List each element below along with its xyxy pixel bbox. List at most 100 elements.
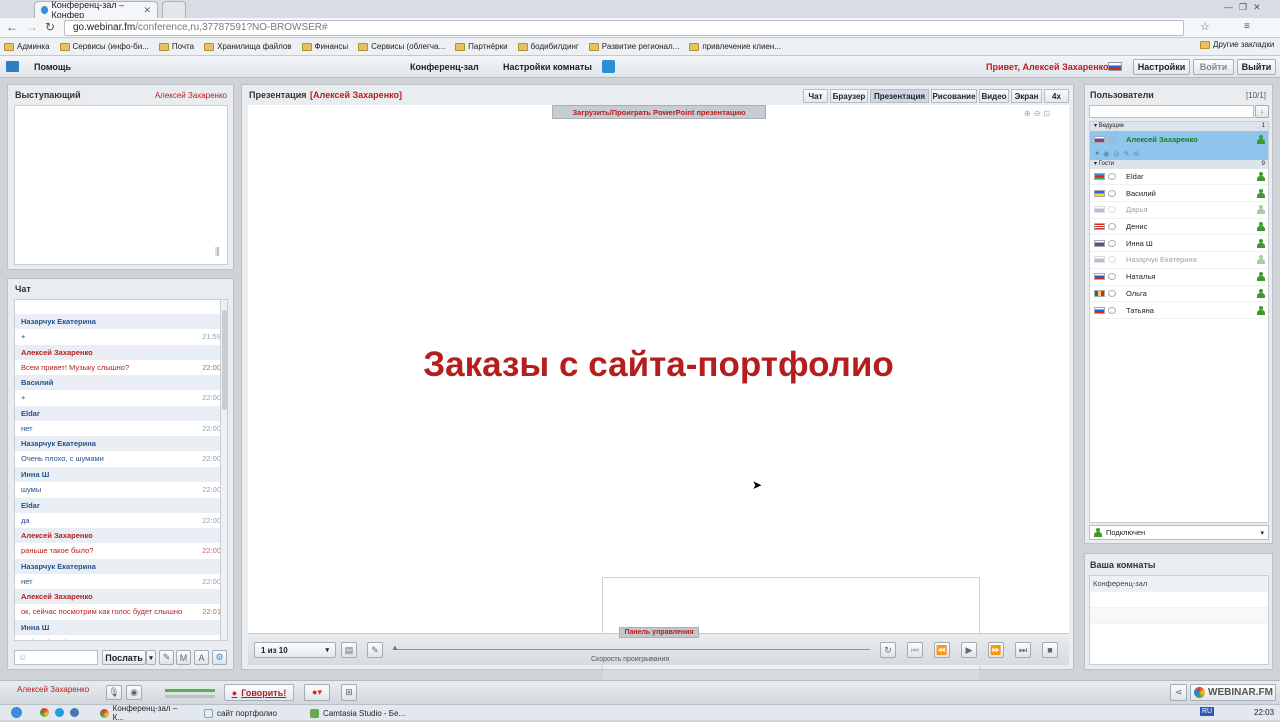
chat-author[interactable]: Алексей Захаренко bbox=[15, 528, 225, 544]
webcam-button-icon[interactable]: ◉ bbox=[126, 685, 142, 700]
remove-icon[interactable]: ⊖ bbox=[1133, 150, 1139, 158]
chat-author[interactable]: Инна Ш bbox=[15, 466, 225, 482]
video-toggle-icon[interactable]: ◉ bbox=[1103, 150, 1109, 158]
webinar-brand[interactable]: WEBINAR.FM bbox=[1190, 684, 1276, 701]
language-indicator[interactable]: RU bbox=[1200, 707, 1215, 716]
taskbar-item-camtasia[interactable]: Camtasia Studio - Бе... bbox=[306, 706, 412, 720]
chat-author[interactable]: Eldar bbox=[15, 497, 225, 513]
guest-user-row[interactable]: Дарья bbox=[1090, 202, 1268, 219]
share-icon[interactable]: ⋖ bbox=[1170, 684, 1187, 701]
language-flag-icon[interactable] bbox=[1108, 62, 1122, 71]
settings-button[interactable]: Настройки bbox=[1133, 59, 1190, 75]
volume-slider-icon[interactable]: ⫼ bbox=[215, 247, 220, 258]
taskbar-item-portfolio[interactable]: сайт портфолио bbox=[200, 706, 300, 720]
first-slide-icon[interactable]: ⏮ bbox=[907, 642, 923, 658]
guests-group-header[interactable]: ▾ Гости 9 bbox=[1090, 159, 1268, 169]
close-window-icon[interactable]: ✕ bbox=[1253, 2, 1261, 13]
lock-icon[interactable] bbox=[602, 60, 615, 73]
mic-level-slider[interactable] bbox=[165, 689, 215, 692]
hosts-group-header[interactable]: ▾ Ведущие 1 bbox=[1090, 122, 1268, 131]
guest-user-row[interactable]: Татьяна bbox=[1090, 302, 1268, 319]
refresh-icon[interactable]: ↻ bbox=[880, 642, 896, 658]
send-button[interactable]: Послать bbox=[102, 650, 146, 665]
host-user-row[interactable]: Алексей Захаренко bbox=[1090, 131, 1268, 148]
send-options-chevron-down-icon[interactable]: ▾ bbox=[146, 650, 156, 665]
start-icon[interactable] bbox=[11, 707, 22, 718]
chat-author[interactable]: Назарчук Екатерина bbox=[15, 314, 225, 329]
bookmark-item[interactable]: Почта bbox=[158, 42, 194, 51]
zoom-out-icon[interactable]: ⊖ bbox=[1034, 109, 1041, 118]
reload-icon[interactable]: ↻ bbox=[45, 20, 55, 34]
bookmark-item[interactable]: Сервисы (облегча... bbox=[358, 42, 445, 51]
chat-author[interactable]: Алексей Захаренко bbox=[15, 589, 225, 605]
record-button-icon[interactable]: ●▾ bbox=[304, 684, 330, 701]
chat-author[interactable]: Назарчук Екатерина bbox=[15, 436, 225, 452]
guest-user-row[interactable]: Ольга bbox=[1090, 285, 1268, 303]
bookmark-item[interactable]: Хранилища файлов bbox=[204, 42, 292, 51]
speak-button[interactable]: ● Говорить! bbox=[224, 684, 294, 701]
last-slide-icon[interactable]: ⏭ bbox=[1015, 642, 1031, 658]
chat-author[interactable]: Алексей Захаренко bbox=[15, 344, 225, 360]
back-icon[interactable]: ← bbox=[6, 20, 18, 34]
forward-icon[interactable]: → bbox=[26, 20, 38, 34]
draw-toggle-icon[interactable]: ✎ bbox=[1123, 150, 1129, 158]
skype-icon[interactable] bbox=[55, 708, 64, 717]
stop-icon[interactable]: ■ bbox=[1042, 642, 1058, 658]
login-button[interactable]: Войти bbox=[1193, 59, 1234, 75]
guest-user-row[interactable]: Наталья bbox=[1090, 268, 1268, 286]
pencil-icon[interactable]: ✎ bbox=[367, 642, 383, 658]
chat-tool-settings-icon[interactable]: ⚙ bbox=[212, 650, 227, 665]
chat-tool-brush-icon[interactable]: ✎ bbox=[159, 650, 174, 665]
tab-3[interactable]: Рисование bbox=[931, 89, 977, 103]
close-tab-icon[interactable]: ✕ bbox=[143, 5, 151, 16]
guest-user-row[interactable]: Василий bbox=[1090, 185, 1268, 203]
taskbar-item-conference[interactable]: Конференц-зал – К... bbox=[96, 704, 192, 722]
tab-4[interactable]: Видео bbox=[979, 89, 1009, 103]
bookmark-item[interactable]: Финансы bbox=[301, 42, 348, 51]
room-settings-link[interactable]: Настройки комнаты bbox=[503, 62, 592, 72]
chat-author[interactable]: Василий bbox=[15, 375, 225, 391]
address-bar[interactable]: go.webinar.fm/conference,ru,37787591?NO-… bbox=[64, 20, 1184, 36]
app-icon[interactable] bbox=[70, 708, 79, 717]
microphone-button-icon[interactable]: 🎙 bbox=[106, 685, 122, 700]
conference-link[interactable]: Конференц-зал bbox=[410, 62, 479, 72]
maximize-icon[interactable]: ❐ bbox=[1239, 2, 1247, 13]
chat-tool-text-icon[interactable]: A bbox=[194, 650, 209, 665]
tab-5[interactable]: Экран bbox=[1011, 89, 1042, 103]
bookmark-item[interactable]: Развитие регионал... bbox=[588, 42, 679, 51]
bookmark-item[interactable]: бодибилдинг bbox=[517, 42, 579, 51]
guest-user-row[interactable]: Eldar bbox=[1090, 168, 1268, 186]
speed-slider[interactable] bbox=[393, 649, 870, 650]
guest-user-row[interactable]: Назарчук Екатерина bbox=[1090, 252, 1268, 269]
chat-author[interactable]: Инна Ш bbox=[15, 619, 225, 635]
new-tab-button[interactable] bbox=[162, 1, 186, 18]
grid-layout-icon[interactable]: ⊞ bbox=[341, 684, 357, 701]
page-select[interactable]: 1 из 10 ▾ bbox=[254, 642, 336, 658]
chrome-icon[interactable] bbox=[40, 708, 49, 717]
guest-user-row[interactable]: Денис bbox=[1090, 218, 1268, 236]
fast-forward-icon[interactable]: ⏩ bbox=[988, 642, 1004, 658]
status-select[interactable]: Подключен ▾ bbox=[1089, 525, 1269, 540]
chat-scroll-thumb[interactable] bbox=[222, 310, 227, 410]
menu-icon[interactable]: ≡ bbox=[1244, 21, 1250, 32]
logout-button[interactable]: Выйти bbox=[1237, 59, 1276, 75]
mic-toggle-icon[interactable]: ● bbox=[1095, 150, 1099, 157]
users-search-input[interactable] bbox=[1089, 105, 1254, 118]
help-link[interactable]: Помощь bbox=[34, 62, 71, 72]
control-panel-tab[interactable]: Панель управления bbox=[619, 627, 699, 638]
smiley-icon[interactable]: ☺ bbox=[18, 652, 27, 662]
bookmark-item[interactable]: Сервисы (инфо-би... bbox=[59, 42, 149, 51]
tab-1[interactable]: Браузер bbox=[830, 89, 868, 103]
tab-6[interactable]: 4x bbox=[1044, 89, 1069, 103]
bookmark-star-icon[interactable]: ☆ bbox=[1200, 20, 1210, 33]
other-bookmarks[interactable]: Другие закладки bbox=[1200, 40, 1274, 49]
chat-author[interactable]: Назарчук Екатерина bbox=[15, 558, 225, 574]
speed-slider-handle[interactable]: ▲ bbox=[391, 643, 399, 652]
bookmark-item[interactable]: привлечение клиен... bbox=[689, 42, 781, 51]
chat-scrollbar[interactable] bbox=[220, 299, 228, 641]
room-item[interactable]: Конференц-зал bbox=[1090, 576, 1268, 592]
bookmark-item[interactable]: Админка bbox=[4, 42, 50, 51]
tab-2[interactable]: Презентация bbox=[870, 89, 929, 103]
browser-tab[interactable]: Конференц-зал – Конфер ✕ bbox=[34, 0, 158, 20]
sort-icon[interactable]: ↓ bbox=[1255, 105, 1269, 118]
